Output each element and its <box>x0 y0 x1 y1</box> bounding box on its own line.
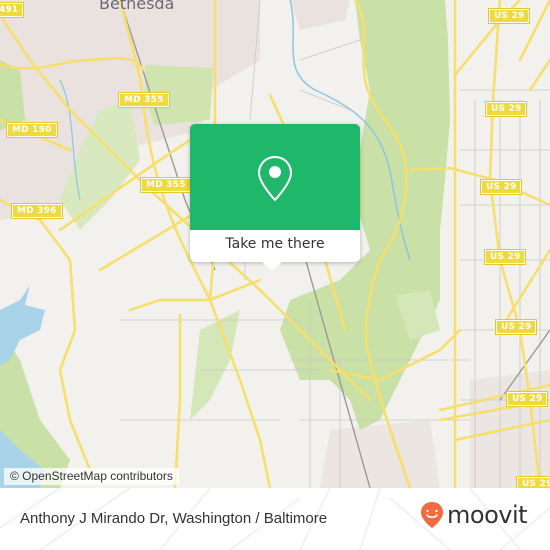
route-shield: MD 396 <box>11 203 63 219</box>
moovit-pin-icon <box>421 502 443 528</box>
route-shield: US 29 <box>479 179 523 195</box>
footer: Anthony J Mirando Dr, Washington / Balti… <box>0 488 550 550</box>
place-label-bethesda: Bethesda <box>99 0 175 13</box>
route-shield: 491 <box>0 2 25 18</box>
urban-area <box>320 420 440 488</box>
map-view[interactable]: Bethesda 491 MD 355 MD 190 MD 355 MD 396… <box>0 0 550 488</box>
moovit-logo[interactable]: moovit <box>420 500 528 530</box>
route-shield: US 29 <box>505 391 549 407</box>
route-shield: MD 190 <box>6 122 58 138</box>
route-shield: US 29 <box>484 101 528 117</box>
popup-pointer <box>262 262 282 271</box>
brand-wordmark: moovit <box>447 501 528 529</box>
route-shield: US 29 <box>515 476 550 488</box>
urban-area <box>290 0 350 30</box>
route-shield: MD 355 <box>140 177 192 193</box>
popup-header <box>190 124 360 230</box>
water-area <box>0 285 45 365</box>
route-shield: US 29 <box>483 249 527 265</box>
route-shield: US 29 <box>494 319 538 335</box>
destination-popup: Take me there <box>190 124 360 271</box>
take-me-there-button[interactable]: Take me there <box>190 230 360 262</box>
route-shield: US 29 <box>487 8 531 24</box>
map-pin-icon <box>257 155 293 202</box>
park-area <box>190 310 240 420</box>
map-attribution[interactable]: © OpenStreetMap contributors <box>4 468 179 485</box>
address-label: Anthony J Mirando Dr, Washington / Balti… <box>20 510 328 527</box>
route-shield: MD 355 <box>118 92 170 108</box>
